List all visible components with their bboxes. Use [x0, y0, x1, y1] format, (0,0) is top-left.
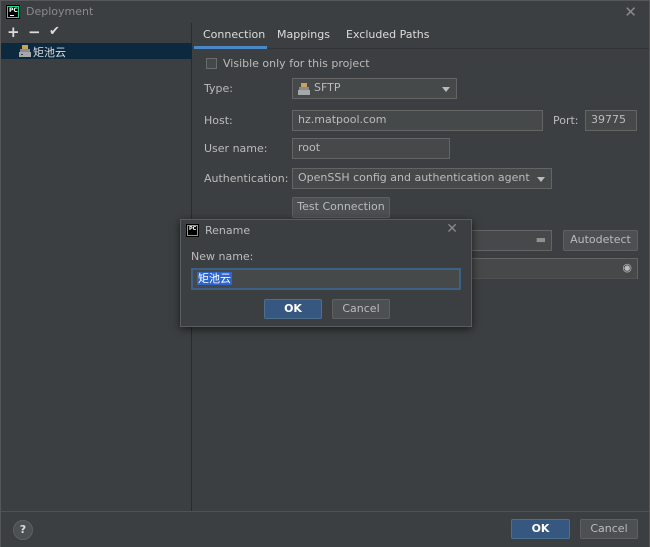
active-tab-indicator: [194, 46, 267, 49]
chevron-down-icon: [537, 177, 545, 182]
visible-only-label: Visible only for this project: [223, 57, 370, 70]
new-name-selected-text: 矩池云: [197, 272, 232, 285]
window-title: Deployment: [26, 5, 94, 18]
type-select[interactable]: SFTP: [292, 78, 457, 99]
deployment-window: PC Deployment ✕ + − ✔ 矩池云 Connection Map…: [0, 0, 650, 547]
remove-server-button[interactable]: −: [28, 24, 41, 40]
new-name-input[interactable]: 矩池云: [191, 268, 461, 290]
sftp-server-icon: [19, 45, 31, 57]
port-input[interactable]: 39775: [585, 110, 637, 131]
pycharm-app-icon: PC: [186, 224, 199, 237]
tab-excluded-paths[interactable]: Excluded Paths: [346, 28, 429, 41]
username-input[interactable]: root: [292, 138, 450, 159]
server-list-item[interactable]: 矩池云: [1, 43, 192, 59]
pycharm-app-icon: PC: [6, 5, 20, 19]
add-server-button[interactable]: +: [7, 24, 20, 40]
authentication-select[interactable]: OpenSSH config and authentication agent: [292, 168, 552, 189]
authentication-label: Authentication:: [204, 172, 289, 185]
apply-check-button[interactable]: ✔: [49, 24, 60, 40]
settings-tabs: Connection Mappings Excluded Paths: [193, 23, 649, 49]
authentication-value: OpenSSH config and authentication agent: [298, 171, 530, 184]
server-name-label: 矩池云: [33, 46, 66, 59]
port-label: Port:: [553, 114, 579, 127]
globe-icon[interactable]: ◉: [622, 259, 632, 277]
rename-ok-button[interactable]: OK: [264, 299, 322, 319]
tab-mappings[interactable]: Mappings: [277, 28, 330, 41]
type-label: Type:: [204, 82, 233, 95]
username-label: User name:: [204, 142, 268, 155]
server-list-pane: + − ✔ 矩池云: [1, 23, 192, 511]
rename-dialog: PC Rename ✕ New name: 矩池云 OK Cancel: [180, 219, 472, 327]
server-toolbar: + − ✔: [1, 23, 191, 43]
ok-button[interactable]: OK: [511, 519, 570, 539]
chevron-down-icon: [442, 87, 450, 92]
cancel-button[interactable]: Cancel: [580, 519, 638, 539]
close-icon[interactable]: ✕: [446, 221, 458, 237]
rename-cancel-button[interactable]: Cancel: [332, 299, 390, 319]
folder-icon[interactable]: ▬: [536, 231, 546, 249]
dialog-footer: ? OK Cancel: [1, 511, 649, 547]
visible-only-checkbox[interactable]: [206, 58, 217, 69]
new-name-label: New name:: [191, 250, 254, 263]
type-value: SFTP: [314, 81, 341, 94]
tab-connection[interactable]: Connection: [203, 28, 265, 41]
host-input[interactable]: hz.matpool.com: [292, 110, 543, 131]
help-button[interactable]: ?: [13, 520, 33, 540]
title-bar[interactable]: PC Deployment ✕: [1, 1, 649, 23]
sftp-server-icon: [298, 83, 310, 95]
test-connection-button[interactable]: Test Connection: [292, 197, 390, 218]
autodetect-button[interactable]: Autodetect: [563, 230, 638, 251]
host-label: Host:: [204, 114, 233, 127]
rename-dialog-title: Rename: [205, 224, 251, 237]
close-icon[interactable]: ✕: [624, 3, 637, 21]
